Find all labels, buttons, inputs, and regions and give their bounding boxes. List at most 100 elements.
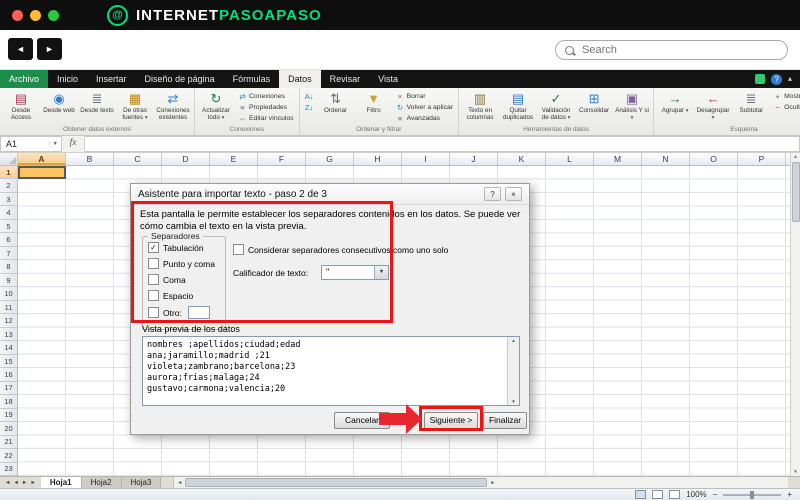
tab-diseno-de-pagina[interactable]: Diseño de página [136,70,224,88]
tab-revisar[interactable]: Revisar [321,70,370,88]
desde-access-button[interactable]: ▤ Desde Access [3,90,39,122]
validacion-de-datos-button[interactable]: ✓ Validación de datos ▾ [538,90,574,123]
separator-option-punto-y-coma[interactable]: Punto y coma [148,258,225,269]
name-box-caret-icon[interactable]: ▼ [48,141,61,147]
column-header-o[interactable]: O [690,153,738,165]
consecutive-checkbox[interactable] [233,244,244,255]
first-sheet-icon[interactable]: ◄ [5,480,10,486]
row-header-1[interactable]: 1 [0,166,17,180]
tab-archivo[interactable]: Archivo [0,70,49,88]
row-header-21[interactable]: 21 [0,436,17,450]
column-header-l[interactable]: L [546,153,594,165]
data-preview-box[interactable]: nombres ;apellidos;ciudad;edad ana;jarami… [142,336,520,406]
quitar-duplicados-button[interactable]: ▤ Quitar duplicados [500,90,536,122]
preview-scroll-up-icon[interactable]: ▲ [508,338,519,343]
texto-en-columnas-button[interactable]: ▥ Texto en columnas [462,90,498,122]
vertical-scroll-thumb[interactable] [791,162,800,222]
sheet-tab-hoja3[interactable]: Hoja3 [121,477,162,488]
column-header-a[interactable]: A [18,153,66,165]
preview-scrollbar[interactable]: ▲ ▼ [507,337,519,405]
filtro-button[interactable]: ▼ Filtro [356,90,392,115]
row-header-10[interactable]: 10 [0,287,17,301]
hscroll-left-icon[interactable]: ◄ [177,480,182,486]
insert-function-button[interactable]: fx [62,136,85,152]
text-qualifier-dropdown-icon[interactable]: ▼ [374,266,388,279]
selected-cell-a1[interactable] [18,166,66,180]
normal-view-icon[interactable] [635,490,647,499]
select-all-corner[interactable] [0,153,18,165]
conexiones-button[interactable]: ⇄ Conexiones [236,92,296,101]
zoom-in-icon[interactable]: + [787,490,792,500]
analisis-y-si-button[interactable]: ▣ Análisis Y si ▾ [614,90,650,123]
column-header-k[interactable]: K [498,153,546,165]
propiedades-button[interactable]: ≡ Propiedades [236,103,296,112]
sheet-tab-hoja2[interactable]: Hoja2 [81,477,122,488]
forward-button[interactable]: ► [37,38,62,60]
search-input[interactable] [580,43,778,57]
column-header-b[interactable]: B [66,153,114,165]
avanzadas-button[interactable]: ≡ Avanzadas [394,114,455,123]
conexiones-existentes-button[interactable]: ⇄ Conexiones existentes [155,90,191,122]
volver-a-aplicar-button[interactable]: ↻ Volver a aplicar [394,103,455,112]
prev-sheet-icon[interactable]: ◄ [13,480,18,486]
tabulacion-checkbox[interactable]: ✓ [148,242,159,253]
column-header-h[interactable]: H [354,153,402,165]
horizontal-scrollbar[interactable]: ◄ ► [173,477,788,488]
otro-separator-input[interactable] [187,306,210,319]
agrupar-button[interactable]: → Agrupar ▾ [657,90,693,116]
row-header-6[interactable]: 6 [0,233,17,247]
column-header-e[interactable]: E [210,153,258,165]
consecutive-separators-option[interactable]: Considerar separadores consecutivos como… [233,244,448,255]
zoom-slider[interactable] [723,490,782,499]
zoom-level[interactable]: 100% [686,490,706,499]
window-close-button[interactable] [12,9,23,21]
dialog-title-bar[interactable]: Asistente para importar texto - paso 2 d… [131,184,529,205]
column-header-j[interactable]: J [450,153,498,165]
column-header-g[interactable]: G [306,153,354,165]
scroll-up-icon[interactable]: ▲ [793,153,797,161]
row-header-3[interactable]: 3 [0,193,17,207]
name-box[interactable]: A1 ▼ [0,136,62,152]
editar-vinculos-button[interactable]: ⇔ Editar vínculos [236,114,296,123]
column-header-m[interactable]: M [594,153,642,165]
page-break-view-icon[interactable] [669,490,681,499]
window-minimize-button[interactable] [30,9,41,21]
zoom-slider-thumb[interactable] [750,490,755,499]
desde-texto-button[interactable]: ≣ Desde texto [79,90,115,115]
separator-option-tabulacion[interactable]: ✓ Tabulación [148,242,225,253]
row-header-8[interactable]: 8 [0,260,17,274]
column-header-p[interactable]: P [738,153,786,165]
desde-web-button[interactable]: ◉ Desde web [41,90,77,115]
mostrar-detalle-button[interactable]: + Mostrar detalle [771,92,800,101]
help-icon[interactable]: ? [770,73,782,85]
tab-inicio[interactable]: Inicio [48,70,87,88]
row-header-12[interactable]: 12 [0,314,17,328]
last-sheet-icon[interactable]: ► [30,480,35,486]
zoom-out-icon[interactable]: − [713,490,718,500]
scroll-down-icon[interactable]: ▼ [793,468,797,476]
column-header-c[interactable]: C [114,153,162,165]
row-header-15[interactable]: 15 [0,355,17,369]
row-header-14[interactable]: 14 [0,341,17,355]
ocultar-detalle-button[interactable]: −Ocultar detalle [771,103,800,112]
horizontal-scroll-thumb[interactable] [185,478,488,487]
row-header-4[interactable]: 4 [0,206,17,220]
window-zoom-button[interactable] [48,9,59,21]
column-header-n[interactable]: N [642,153,690,165]
separator-option-otro[interactable]: Otro: [148,306,225,319]
column-header-i[interactable]: I [402,153,450,165]
cancel-button[interactable]: Cancelar [334,412,390,429]
next-button[interactable]: Siguiente > [424,412,478,429]
tab-insertar[interactable]: Insertar [87,70,136,88]
tab-vista[interactable]: Vista [369,70,407,88]
de-otras-fuentes-button[interactable]: ▦ De otras fuentes ▾ [117,90,153,123]
row-header-17[interactable]: 17 [0,382,17,396]
consolidar-button[interactable]: ⊞ Consolidar [576,90,612,115]
text-qualifier-select[interactable]: " ▼ [321,265,389,280]
row-header-9[interactable]: 9 [0,274,17,288]
dialog-close-button[interactable]: × [505,187,522,201]
sort-za-button[interactable]: Z↓ [303,103,316,112]
vertical-scrollbar[interactable]: ▲ ▼ [790,153,800,476]
coma-checkbox[interactable] [148,274,159,285]
row-header-2[interactable]: 2 [0,179,17,193]
